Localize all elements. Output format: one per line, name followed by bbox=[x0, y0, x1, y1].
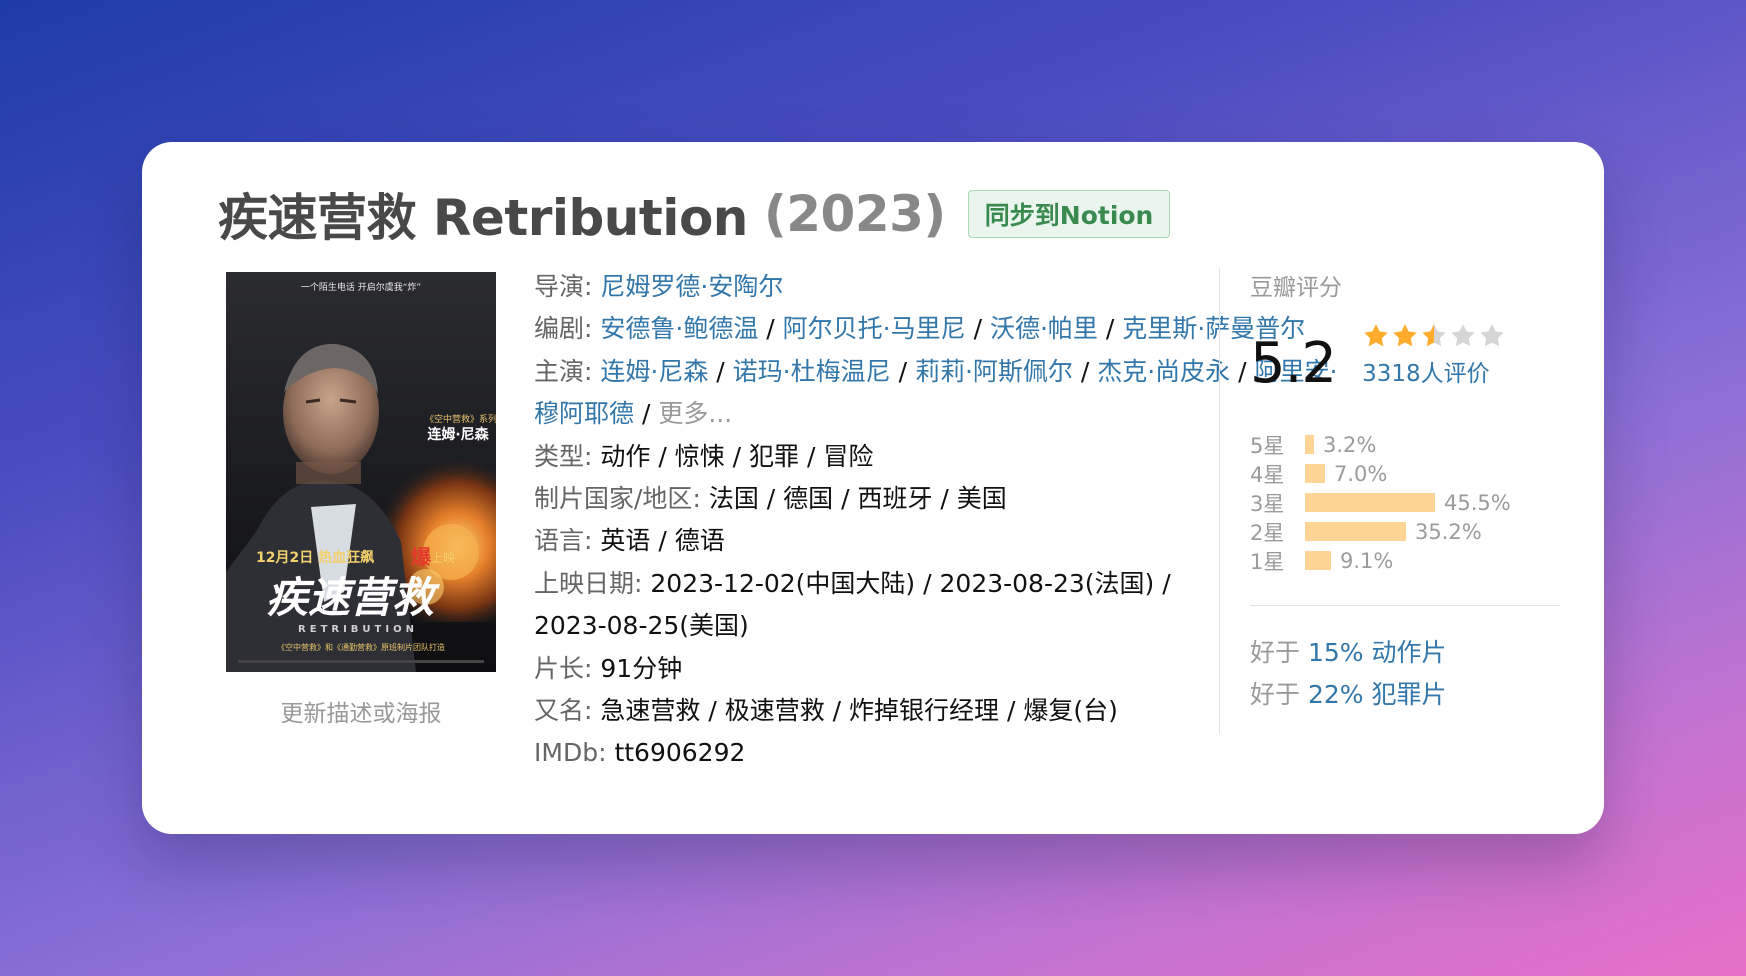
writer-link[interactable]: 安德鲁·鲍德温 bbox=[600, 314, 758, 343]
poster-title-en: RETRIBUTION bbox=[298, 624, 418, 635]
rating-bar-label: 3星 bbox=[1250, 491, 1285, 516]
poster-tagline: 一个陌生电话 开启尔虞我“炸” bbox=[301, 281, 421, 293]
info-aka: 又名: 急速营救 / 极速营救 / 炸掉银行经理 / 爆复(台) bbox=[534, 696, 1118, 726]
director-label: 导演 bbox=[534, 272, 585, 301]
country-label: 制片国家/地区 bbox=[534, 484, 693, 514]
title-row: 疾速营救 Retribution (2023) 同步到Notion bbox=[218, 174, 1171, 254]
rating-bar-row: 4星 7.0% bbox=[1250, 459, 1560, 488]
poster-credits: 《空中营救》和《通勤营救》原班制片团队打造 bbox=[277, 642, 445, 652]
movie-info: 导演: 尼姆罗德·安陶尔 编剧: 安德鲁·鲍德温 / 阿尔贝托·马里尼 / 沃德… bbox=[534, 266, 1344, 775]
rating-bar-pct: 7.0% bbox=[1334, 461, 1388, 486]
info-language: 语言: 英语 / 德语 bbox=[534, 526, 725, 556]
aka-value: 急速营救 / 极速营救 / 炸掉银行经理 / 爆复(台) bbox=[600, 696, 1118, 726]
star-icon bbox=[1422, 324, 1446, 347]
poster-series: 《空中营救》系列 bbox=[425, 413, 496, 425]
runtime-label: 片长 bbox=[534, 653, 585, 683]
imdb-label: IMDb bbox=[534, 738, 599, 768]
rating-bar-row: 1星 9.1% bbox=[1250, 546, 1560, 575]
info-country: 制片国家/地区: 法国 / 德国 / 西班牙 / 美国 bbox=[534, 484, 1007, 514]
director-link[interactable]: 尼姆罗德·安陶尔 bbox=[600, 272, 783, 301]
update-poster-link[interactable]: 更新描述或海报 bbox=[226, 694, 496, 728]
more-cast-link[interactable]: 更多... bbox=[658, 399, 732, 428]
release-value-1: 2023-12-02(中国大陆) / 2023-08-23(法国) / bbox=[650, 568, 1171, 598]
rating-bar-pct: 45.5% bbox=[1444, 490, 1511, 515]
rating-bar-row: 3星 45.5% bbox=[1250, 488, 1560, 517]
writer-label: 编剧 bbox=[534, 314, 585, 344]
better-than-item: 好于 22% 犯罪片 bbox=[1250, 680, 1447, 709]
info-genre: 类型: 动作 / 惊悚 / 犯罪 / 冒险 bbox=[534, 441, 874, 471]
cast-link[interactable]: 连姆·尼森 bbox=[600, 357, 708, 386]
rating-bar-pct: 9.1% bbox=[1340, 548, 1394, 573]
info-writers: 编剧: 安德鲁·鲍德温 / 阿尔贝托·马里尼 / 沃德·帕里 / 克里斯·萨曼普… bbox=[534, 314, 1306, 344]
poster-image: 一个陌生电话 开启尔虞我“炸” 《空中营救》系列 连姆·尼森 12月2日 热血狂… bbox=[226, 272, 496, 672]
language-label: 语言 bbox=[534, 526, 585, 556]
rating-bar bbox=[1305, 464, 1325, 483]
rating-bar bbox=[1305, 551, 1331, 570]
movie-card: 疾速营救 Retribution (2023) 同步到Notion 一个陌生电话… bbox=[142, 142, 1604, 834]
movie-title: 疾速营救 Retribution bbox=[218, 189, 748, 247]
writer-link[interactable]: 沃德·帕里 bbox=[990, 314, 1098, 343]
cast-link[interactable]: 诺玛·杜梅温尼 bbox=[733, 357, 891, 386]
aka-label: 又名 bbox=[534, 696, 585, 726]
rating-bar-row: 2星 35.2% bbox=[1250, 517, 1560, 546]
rating-bar-label: 2星 bbox=[1250, 520, 1285, 545]
cast-link[interactable]: 莉莉·阿斯佩尔 bbox=[915, 357, 1073, 386]
poster-hot: 爆 bbox=[411, 545, 432, 569]
star-icon bbox=[1364, 324, 1388, 347]
writer-link[interactable]: 阿尔贝托·马里尼 bbox=[783, 314, 966, 343]
rating-label: 豆瓣评分 bbox=[1250, 275, 1342, 301]
cast-label: 主演 bbox=[534, 356, 585, 386]
better-than-link[interactable]: 15% 动作片 bbox=[1308, 638, 1447, 667]
info-release: 上映日期: 2023-12-02(中国大陆) / 2023-08-23(法国) … bbox=[534, 568, 1171, 598]
poster-title-cn: 疾速营救 bbox=[266, 573, 440, 622]
language-value: 英语 / 德语 bbox=[600, 526, 725, 556]
rating-bar-pct: 3.2% bbox=[1323, 432, 1377, 457]
country-value: 法国 / 德国 / 西班牙 / 美国 bbox=[708, 484, 1007, 514]
votes-link[interactable]: 3318人评价 bbox=[1362, 354, 1506, 388]
star-icon bbox=[1451, 324, 1475, 347]
rating-bar-label: 1星 bbox=[1250, 549, 1285, 574]
info-director: 导演: 尼姆罗德·安陶尔 bbox=[534, 272, 784, 301]
info-cast: 主演: 连姆·尼森 / 诺玛·杜梅温尼 / 莉莉·阿斯佩尔 / 杰克·尚皮永 /… bbox=[534, 356, 1338, 429]
horizontal-divider bbox=[1250, 605, 1560, 606]
rating-breakdown: 5星 3.2% 4星 7.0% 3星 45.5% 2星 35.2% 1星 9.1% bbox=[1250, 430, 1560, 575]
rating-bar-row: 5星 3.2% bbox=[1250, 430, 1560, 459]
vertical-divider bbox=[1219, 268, 1220, 734]
rating-bar-pct: 35.2% bbox=[1415, 519, 1482, 544]
rating-stars bbox=[1362, 322, 1506, 350]
star-icon bbox=[1393, 324, 1417, 347]
sync-notion-button[interactable]: 同步到Notion bbox=[967, 190, 1171, 238]
release-value-2: 2023-08-25(美国) bbox=[534, 611, 749, 641]
poster-actor: 连姆·尼森 bbox=[427, 426, 489, 443]
rating-bar bbox=[1305, 522, 1406, 541]
cast-link[interactable]: 杰克·尚皮永 bbox=[1097, 357, 1230, 386]
better-than: 好于 15% 动作片 好于 22% 犯罪片 bbox=[1250, 632, 1560, 716]
rating-bar-label: 5星 bbox=[1250, 433, 1285, 458]
release-label: 上映日期 bbox=[534, 568, 635, 598]
imdb-value: tt6906292 bbox=[614, 738, 746, 768]
runtime-value: 91分钟 bbox=[600, 653, 683, 683]
poster-release-tail: 上映 bbox=[431, 551, 455, 565]
poster-release: 12月2日 热血狂飙 bbox=[256, 549, 374, 566]
movie-year: (2023) bbox=[763, 185, 946, 243]
info-imdb: IMDb: tt6906292 bbox=[534, 738, 746, 768]
rating-bar bbox=[1305, 435, 1314, 454]
star-icon bbox=[1480, 324, 1504, 347]
better-than-link[interactable]: 22% 犯罪片 bbox=[1308, 680, 1447, 709]
rating-score: 5.2 bbox=[1250, 331, 1337, 396]
info-runtime: 片长: 91分钟 bbox=[534, 653, 683, 683]
better-than-item: 好于 15% 动作片 bbox=[1250, 638, 1447, 667]
rating-panel: 豆瓣评分 5.2 3318人评价 5星 3.2% 4星 7.0% 3星 45.5% 2星 35… bbox=[1250, 268, 1560, 716]
movie-poster[interactable]: 一个陌生电话 开启尔虞我“炸” 《空中营救》系列 连姆·尼森 12月2日 热血狂… bbox=[226, 272, 496, 672]
rating-bar bbox=[1305, 493, 1435, 512]
genre-label: 类型 bbox=[534, 441, 585, 471]
genre-value: 动作 / 惊悚 / 犯罪 / 冒险 bbox=[600, 441, 874, 471]
rating-bar-label: 4星 bbox=[1250, 462, 1285, 487]
